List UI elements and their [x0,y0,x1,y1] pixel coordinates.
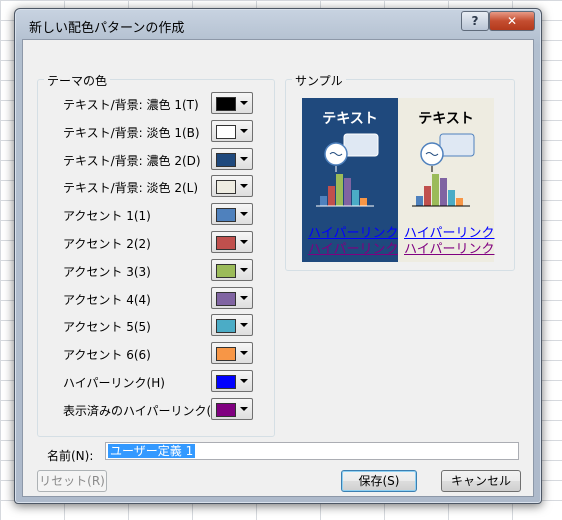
cancel-button[interactable]: キャンセル [441,470,521,492]
dialog-content: テーマの色 サンプル テキスト ハイパーリンク ハイパーリンク テキスト ハイパ… [22,39,534,497]
theme-color-picker-8[interactable] [211,286,253,309]
theme-color-label-7: アクセント 3(3) [63,264,151,279]
dropdown-arrow-icon [240,267,248,272]
help-icon: ? [471,14,479,28]
dropdown-arrow-icon [240,406,248,411]
theme-color-label-10: アクセント 6(6) [63,348,151,363]
dropdown-arrow-icon [240,101,248,105]
sample-light-panel: テキスト ハイパーリンク ハイパーリンク [398,98,494,262]
theme-color-picker-1[interactable] [211,92,253,114]
color-swatch [216,180,236,195]
cancel-button-label: キャンセル [450,474,511,488]
theme-colors-group-label: テーマの色 [44,72,111,89]
dropdown-arrow-icon [240,351,248,356]
save-button[interactable]: 保存(S) [341,470,417,492]
save-button-label: 保存(S) [358,474,400,488]
sample-dark-title: テキスト [322,111,378,127]
color-swatch [216,236,236,250]
dropdown-arrow-icon [240,156,248,161]
theme-color-picker-9[interactable] [211,314,253,337]
color-swatch [216,375,236,389]
color-swatch [216,124,236,139]
theme-color-picker-3[interactable] [211,147,253,170]
sample-dark-graphic [316,133,379,207]
title-bar[interactable]: 新しい配色パターンの作成 ? ✕ [15,9,541,39]
color-swatch [216,291,236,306]
create-color-scheme-dialog: 新しい配色パターンの作成 ? ✕ テーマの色 サンプル テキスト ハイパーリンク… [14,8,542,504]
color-swatch [216,152,236,167]
close-button[interactable]: ✕ [489,11,535,31]
theme-color-picker-6[interactable] [211,231,253,253]
sample-dark-panel: テキスト ハイパーリンク ハイパーリンク [302,98,398,262]
dropdown-arrow-icon [240,212,248,217]
name-label: 名前(N): [47,449,94,463]
sample-light-graphic [412,133,475,207]
theme-color-label-11: ハイパーリンク(H) [63,376,165,390]
dropdown-arrow-icon [240,240,248,244]
close-icon: ✕ [506,14,518,28]
theme-color-picker-10[interactable] [211,342,253,365]
help-button[interactable]: ? [461,11,489,31]
theme-color-picker-5[interactable] [211,203,253,226]
sample-light-visited-hyperlink: ハイパーリンク [404,242,495,257]
theme-color-label-2: テキスト/背景: 淡色 1(B) [63,125,200,140]
theme-color-label-5: アクセント 1(1) [63,209,151,224]
dropdown-arrow-icon [240,184,248,189]
dropdown-arrow-icon [240,379,248,383]
theme-color-label-9: アクセント 5(5) [63,320,151,335]
color-swatch [216,208,236,223]
theme-color-picker-2[interactable] [211,119,253,142]
theme-color-label-12: 表示済みのハイパーリンク(F) [63,403,223,418]
theme-color-label-6: アクセント 2(2) [63,237,151,251]
theme-color-picker-12[interactable] [211,397,253,420]
color-swatch [216,319,236,334]
theme-color-label-8: アクセント 4(4) [63,292,151,307]
name-input-value: ユーザー定義 1 [108,444,196,458]
color-swatch [216,263,236,278]
dropdown-arrow-icon [240,128,248,133]
color-swatch [216,402,236,417]
theme-color-label-1: テキスト/背景: 濃色 1(T) [63,98,199,112]
sample-light-title: テキスト [418,111,474,127]
dropdown-arrow-icon [240,295,248,300]
reset-button-label: リセット(R) [39,474,105,488]
reset-button[interactable]: リセット(R) [37,470,107,492]
dialog-title: 新しい配色パターンの作成 [29,21,185,36]
theme-color-picker-11[interactable] [211,370,253,392]
theme-color-label-4: テキスト/背景: 淡色 2(L) [63,181,199,196]
dropdown-arrow-icon [240,323,248,328]
theme-color-label-3: テキスト/背景: 濃色 2(D) [63,153,201,168]
color-swatch [216,97,236,111]
theme-color-picker-4[interactable] [211,175,253,198]
color-swatch [216,347,236,362]
sample-group: サンプル テキスト ハイパーリンク ハイパーリンク テキスト ハイパーリンク ハ… [285,72,515,271]
name-input[interactable]: ユーザー定義 1 [105,442,519,460]
sample-dark-visited-hyperlink: ハイパーリンク [308,242,399,257]
sample-group-label: サンプル [292,72,346,89]
theme-color-picker-7[interactable] [211,258,253,281]
